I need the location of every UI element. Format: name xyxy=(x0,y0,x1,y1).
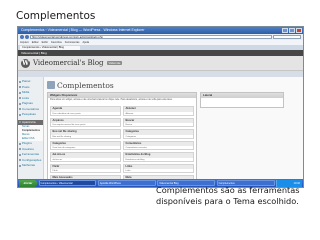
menu-item[interactable]: Favoritos xyxy=(51,40,62,45)
available-widgets-description: Para ativar um widget, arraste-o até uma… xyxy=(50,99,173,101)
sidebar-item[interactable]: Melhorias xyxy=(18,163,43,169)
widget-description: Um arquivo mensal de seus posts xyxy=(52,124,86,126)
widget-description: Box.net file sharing xyxy=(52,135,72,138)
start-button[interactable]: iniciar xyxy=(19,179,37,187)
maximize-button[interactable] xyxy=(289,28,295,33)
menu-item[interactable]: Exibir xyxy=(42,40,49,45)
slide-caption: Complementos são as ferramentas disponív… xyxy=(156,185,300,206)
widget-description: Estatísticas do blog xyxy=(125,158,145,161)
wp-body: Painel Posts Mídia Links Páginas Comentários P… xyxy=(18,77,303,187)
main-content: Complementos Widgets Disponíveis Para at… xyxy=(44,77,303,187)
widget-item[interactable]: Buscar Buscar xyxy=(123,117,194,127)
window-controls xyxy=(282,28,302,33)
widget-description: Flickr xyxy=(52,170,58,172)
widget-columns: Widgets Disponíveis Para ativar um widge… xyxy=(47,92,300,187)
window-title-bar: Complementos ‹ Videomercial | Blog — Wor… xyxy=(18,27,303,34)
window-title: Complementos ‹ Videomercial | Blog — Wor… xyxy=(21,28,145,32)
minimize-button[interactable] xyxy=(282,28,288,33)
taskbar-task[interactable]: Complementos ‹ Videomercial xyxy=(38,180,97,186)
menu-item[interactable]: Arquivo xyxy=(20,40,29,45)
widget-description: Uma lista de categorias xyxy=(52,147,76,149)
widget-description: Links xyxy=(125,170,131,172)
appearance-icon xyxy=(47,81,55,89)
address-bar[interactable]: http://videomercial.wordpress.com/wp-adm… xyxy=(30,35,272,39)
browser-search-input[interactable] xyxy=(273,35,301,39)
visit-site-button[interactable]: Visitar site xyxy=(106,61,123,65)
widget-item[interactable]: Links Links xyxy=(123,163,194,173)
wordpress-logo-icon: W xyxy=(21,58,30,68)
wp-header: W Videomercial's Blog Visitar site xyxy=(18,56,303,71)
slide-title: Complementos xyxy=(16,10,96,22)
widget-item[interactable]: Arquivos Um arquivo mensal de seus posts xyxy=(50,117,121,127)
menu-item[interactable]: Ferramentas xyxy=(65,40,80,45)
widget-item[interactable]: Categorias Uma lista de categorias xyxy=(50,140,121,150)
widget-description: del.icio.us xyxy=(52,158,63,161)
widget-description: Categorias xyxy=(125,135,137,138)
admin-bar-blog-link[interactable]: Videomercial | Blog xyxy=(21,51,47,55)
widget-description: Akismet xyxy=(125,112,134,115)
close-button[interactable] xyxy=(296,28,302,33)
forward-button[interactable] xyxy=(25,35,29,39)
widget-item[interactable]: Comentários Comentários recentes xyxy=(123,140,194,150)
back-button[interactable] xyxy=(20,35,24,39)
widget-description: Buscar xyxy=(125,124,133,126)
widget-grid: Agenda Um calendário de seus posts Akismet… xyxy=(48,106,196,187)
widget-description: Um calendário de seus posts xyxy=(52,112,81,115)
widget-item[interactable]: Box.net file sharing Box.net file sharing xyxy=(50,129,121,139)
menu-item[interactable]: Ajuda xyxy=(82,40,89,45)
page-title: Complementos xyxy=(57,80,114,90)
browser-screenshot: Complementos ‹ Videomercial | Blog — Wor… xyxy=(17,26,304,188)
page-header: Complementos xyxy=(47,79,300,91)
widget-description: Comentários recentes xyxy=(125,147,147,149)
widget-item[interactable]: Categorias Categorias xyxy=(123,129,194,139)
admin-sidebar: Painel Posts Mídia Links Páginas Comentários P… xyxy=(18,77,44,179)
sidebar-item-active[interactable]: Aparência xyxy=(18,119,43,125)
widget-item[interactable]: Agenda Um calendário de seus posts xyxy=(50,106,121,116)
taskbar-task[interactable]: Apostila WordPress xyxy=(97,180,156,186)
widget-item[interactable]: Estatísticas do Blog Estatísticas do blog xyxy=(123,152,194,162)
sidebar-area-heading[interactable]: Lateral xyxy=(201,93,283,98)
sidebar-item[interactable]: Pesquisas xyxy=(18,112,43,118)
sidebar-area-panel: Lateral xyxy=(200,92,284,108)
available-widgets-panel: Widgets Disponíveis Para ativar um widge… xyxy=(47,92,197,187)
widget-item[interactable]: del.icio.us del.icio.us xyxy=(50,152,121,162)
blog-name: Videomercial's Blog xyxy=(33,59,104,67)
widget-item[interactable]: Flickr Flickr xyxy=(50,163,121,173)
menu-item[interactable]: Editar xyxy=(32,40,39,45)
widget-item[interactable]: Akismet Akismet xyxy=(123,106,194,116)
